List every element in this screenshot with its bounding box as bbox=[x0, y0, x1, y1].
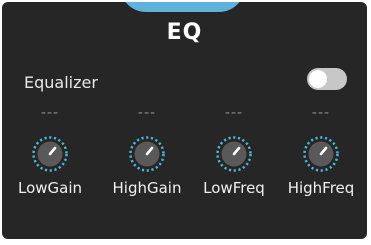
knob-group-lowfreq: --- LowFreq bbox=[188, 105, 280, 197]
knob-group-lowgain: --- LowGain bbox=[4, 105, 96, 197]
knob-dial-icon bbox=[129, 136, 165, 172]
knob-value-lowgain: --- bbox=[40, 105, 60, 121]
knob-label-lowgain: LowGain bbox=[17, 179, 83, 197]
knob-value-highfreq: --- bbox=[311, 105, 331, 121]
knob-value-highgain: --- bbox=[137, 105, 157, 121]
knob-dial-icon bbox=[216, 136, 252, 172]
knob-highfreq[interactable] bbox=[302, 135, 340, 173]
knob-label-highgain: HighGain bbox=[112, 179, 182, 197]
toggle-thumb bbox=[309, 70, 327, 88]
knob-lowgain[interactable] bbox=[31, 135, 69, 173]
knob-value-lowfreq: --- bbox=[224, 105, 244, 121]
knob-label-highfreq: HighFreq bbox=[287, 179, 355, 197]
knob-highgain[interactable] bbox=[128, 135, 166, 173]
top-tab-accent bbox=[120, 2, 245, 12]
eq-panel: EQ Equalizer --- LowGain --- HighGain --… bbox=[2, 2, 367, 239]
page-title: EQ bbox=[166, 20, 203, 45]
equalizer-label: Equalizer bbox=[24, 73, 98, 92]
equalizer-toggle[interactable] bbox=[307, 68, 347, 90]
knob-dial-icon bbox=[32, 136, 68, 172]
knob-label-lowfreq: LowFreq bbox=[203, 179, 265, 197]
knob-dial-icon bbox=[303, 136, 339, 172]
knob-group-highfreq: --- HighFreq bbox=[275, 105, 367, 197]
knob-lowfreq[interactable] bbox=[215, 135, 253, 173]
knob-group-highgain: --- HighGain bbox=[101, 105, 193, 197]
